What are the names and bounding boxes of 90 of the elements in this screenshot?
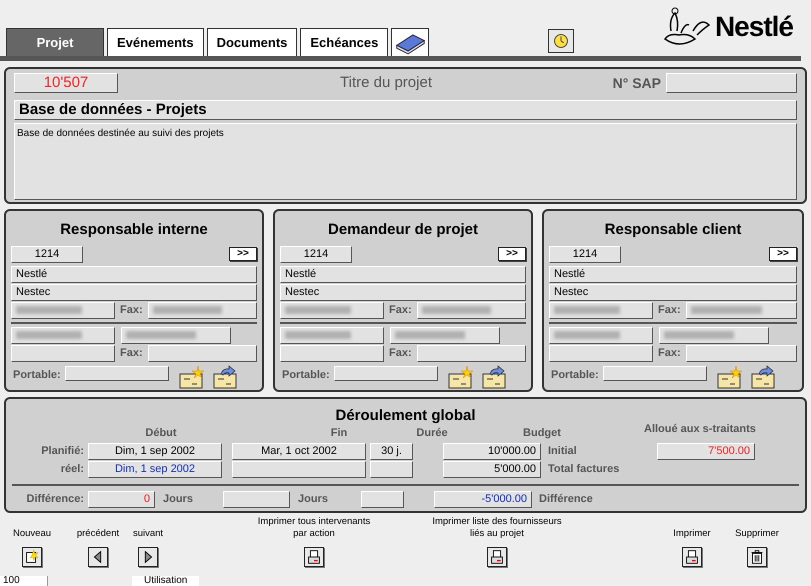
action-label: Imprimer tous intervenants par action xyxy=(258,516,370,540)
envelope-star-icon[interactable] xyxy=(178,364,205,388)
mobile-field[interactable] xyxy=(602,366,707,380)
mobile-label: Portable: xyxy=(13,368,61,384)
more-button[interactable]: >> xyxy=(229,247,257,261)
contact-code-field[interactable]: 1214 xyxy=(280,246,352,262)
fax-label: Fax: xyxy=(120,302,143,318)
phone-field[interactable] xyxy=(11,344,115,362)
difference-field[interactable] xyxy=(223,490,290,508)
division-field[interactable]: Nestec xyxy=(280,284,526,300)
mobile-field[interactable] xyxy=(64,366,169,380)
contact-code-field[interactable]: 1214 xyxy=(549,246,621,262)
sap-field[interactable] xyxy=(666,73,797,93)
days-label: Jours xyxy=(163,492,194,507)
sap-label: N° SAP xyxy=(612,74,661,92)
column-heading: Fin xyxy=(330,426,348,441)
zoom-level: 100 xyxy=(0,576,48,586)
phone-field[interactable] xyxy=(549,344,653,362)
brand-logo-text: Nestlé xyxy=(714,10,793,44)
budget-field[interactable]: 5'000.00 xyxy=(443,460,541,478)
project-title-label: Titre du projet xyxy=(340,72,432,93)
company-field[interactable]: Nestlé xyxy=(11,266,257,282)
row-label: Différence: xyxy=(26,492,85,507)
more-button[interactable]: >> xyxy=(498,247,526,261)
action-label: Nouveau xyxy=(12,528,52,540)
tab[interactable]: Echéances xyxy=(300,28,388,56)
project-name-field[interactable]: Base de données - Projets xyxy=(14,100,797,120)
phone-field[interactable] xyxy=(280,344,384,362)
budget-difference-field[interactable]: -5'000.00 xyxy=(434,490,532,508)
division-field[interactable]: Nestec xyxy=(11,284,257,300)
fax-label: Fax: xyxy=(658,302,681,318)
column-heading: Début xyxy=(144,426,178,441)
tab[interactable]: Projet xyxy=(6,28,104,56)
printer-icon[interactable] xyxy=(304,547,324,567)
fax-field[interactable] xyxy=(686,344,797,362)
clock-icon[interactable] xyxy=(548,29,574,53)
budget-field[interactable]: 10'000.00 xyxy=(443,442,541,460)
days-label: Jours xyxy=(298,492,329,507)
fax-label: Fax: xyxy=(389,302,412,318)
row-label: réel: xyxy=(60,462,85,477)
action-label: Imprimer xyxy=(673,528,711,540)
schedule-title: Déroulement global xyxy=(334,406,477,426)
fax-field[interactable] xyxy=(148,344,257,362)
printer-icon[interactable] xyxy=(682,547,702,567)
company-field[interactable]: Nestlé xyxy=(280,266,526,282)
trash-icon[interactable] xyxy=(747,547,767,567)
duration-field[interactable] xyxy=(370,460,413,478)
fax-label: Fax: xyxy=(120,346,143,361)
envelope-arrow-icon[interactable] xyxy=(750,364,777,388)
envelope-star-icon[interactable] xyxy=(448,364,474,388)
division-field[interactable]: Nestec xyxy=(549,284,797,300)
description-field[interactable]: Base de données destinée au suivi des projets xyxy=(14,123,797,200)
fax-label: Fax: xyxy=(389,346,412,361)
date-field[interactable]: Dim, 1 sep 2002 xyxy=(88,442,222,460)
budget-label: Total factures xyxy=(547,462,620,477)
action-label: précédent xyxy=(76,528,120,540)
mobile-label: Portable: xyxy=(551,368,599,384)
book-icon[interactable] xyxy=(391,28,430,56)
mobile-label: Portable: xyxy=(282,368,330,384)
contact-code-field[interactable]: 1214 xyxy=(11,246,83,262)
mode-label: Utilisation xyxy=(132,576,200,586)
company-field[interactable]: Nestlé xyxy=(549,266,797,282)
budget-label: Différence xyxy=(538,492,593,507)
fax-label: Fax: xyxy=(658,346,681,361)
budget-label: Initial xyxy=(547,444,578,459)
column-heading: Durée xyxy=(415,426,449,441)
contact-panel-title: Demandeur de projet xyxy=(326,220,480,240)
mobile-field[interactable] xyxy=(334,366,438,380)
tab[interactable]: Documents xyxy=(206,28,298,56)
action-label: suivant xyxy=(132,528,164,540)
new-page-icon[interactable] xyxy=(22,547,42,567)
contact-panel-title: Responsable interne xyxy=(59,220,209,240)
duration-field[interactable]: 30 j. xyxy=(370,442,413,460)
fax-field[interactable] xyxy=(416,344,526,362)
column-heading: Budget xyxy=(522,426,562,441)
subcontract-label: Alloué aux s-traitants xyxy=(644,422,756,437)
date-field[interactable] xyxy=(232,460,366,478)
row-label: Planifié: xyxy=(40,444,85,459)
date-field[interactable]: Mar, 1 oct 2002 xyxy=(232,442,366,460)
tab[interactable]: Evénements xyxy=(107,28,204,56)
difference-duration-field[interactable] xyxy=(361,490,404,508)
envelope-star-icon[interactable] xyxy=(716,364,743,388)
envelope-arrow-icon[interactable] xyxy=(212,364,239,388)
printer-icon[interactable] xyxy=(487,547,507,567)
action-label: Supprimer xyxy=(735,528,779,540)
more-button[interactable]: >> xyxy=(769,247,797,261)
envelope-arrow-icon[interactable] xyxy=(482,364,508,388)
action-label: Imprimer liste des fournisseurs liés au projet xyxy=(432,516,562,540)
contact-panel-title: Responsable client xyxy=(604,220,742,240)
date-field[interactable]: Dim, 1 sep 2002 xyxy=(88,460,222,478)
